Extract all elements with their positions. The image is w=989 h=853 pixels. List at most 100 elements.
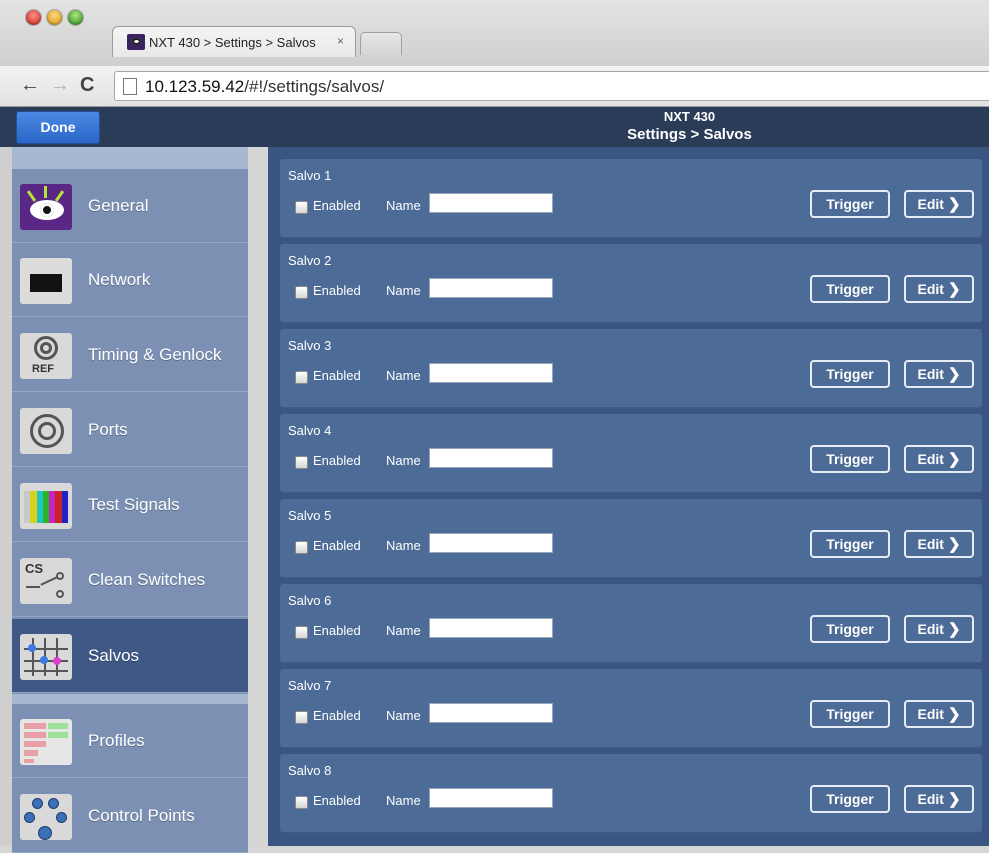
trigger-button[interactable]: Trigger: [810, 360, 890, 388]
app-header: Done NXT 430 Settings > Salvos: [0, 107, 989, 147]
edit-button[interactable]: Edit ❯: [904, 530, 974, 558]
device-name: NXT 430: [663, 109, 716, 124]
sidebar-item-label: Ports: [88, 420, 128, 439]
edit-label: Edit: [917, 791, 944, 807]
enabled-label: Enabled: [313, 708, 361, 723]
chevron-right-icon: ❯: [947, 451, 961, 468]
trigger-button[interactable]: Trigger: [810, 700, 890, 728]
salvo-title: Salvo 2: [288, 253, 332, 268]
edit-button[interactable]: Edit ❯: [904, 275, 974, 303]
chevron-right-icon: ❯: [947, 196, 961, 213]
chevron-right-icon: ❯: [947, 366, 961, 383]
browser-tabstrip: NXT 430 > Settings > Salvos ×: [0, 0, 989, 67]
sidebar-item-clean-switches[interactable]: CS Clean Switches: [12, 543, 248, 617]
tab-close-icon[interactable]: ×: [337, 34, 344, 48]
salvo-title: Salvo 3: [288, 338, 332, 353]
salvo-name-input[interactable]: [429, 448, 553, 468]
sidebar-item-ports[interactable]: Ports: [12, 393, 248, 467]
enabled-label: Enabled: [313, 198, 361, 213]
chevron-right-icon: ❯: [947, 791, 961, 808]
name-label: Name: [386, 283, 421, 298]
sidebar-item-general[interactable]: General: [12, 169, 248, 243]
cs-icon-text: CS: [25, 561, 44, 576]
forward-button[interactable]: →: [50, 74, 70, 96]
back-button[interactable]: ←: [20, 74, 40, 96]
salvo-name-input[interactable]: [429, 533, 553, 553]
window-close-button[interactable]: [26, 10, 41, 25]
name-label: Name: [386, 453, 421, 468]
sidebar-item-label: Salvos: [88, 646, 140, 665]
salvo-name-input[interactable]: [429, 193, 553, 213]
enabled-label: Enabled: [313, 453, 361, 468]
enabled-checkbox[interactable]: [295, 286, 308, 299]
enabled-checkbox[interactable]: [295, 456, 308, 469]
enabled-label: Enabled: [313, 623, 361, 638]
enabled-checkbox[interactable]: [295, 541, 308, 554]
name-label: Name: [386, 623, 421, 638]
trigger-button[interactable]: Trigger: [810, 615, 890, 643]
salvo-card: Salvo 4 Enabled Name Trigger Edit ❯: [280, 414, 982, 493]
enabled-checkbox[interactable]: [295, 711, 308, 724]
edit-button[interactable]: Edit ❯: [904, 700, 974, 728]
address-bar[interactable]: 10.123.59.42/#!/settings/salvos/: [114, 71, 989, 101]
reload-button[interactable]: C: [80, 74, 94, 96]
enabled-checkbox[interactable]: [295, 371, 308, 384]
edit-button[interactable]: Edit ❯: [904, 190, 974, 218]
edit-button[interactable]: Edit ❯: [904, 615, 974, 643]
trigger-button[interactable]: Trigger: [810, 445, 890, 473]
browser-toolbar: ← → C 10.123.59.42/#!/settings/salvos/: [0, 66, 989, 107]
salvo-name-input[interactable]: [429, 703, 553, 723]
profiles-icon: [20, 719, 72, 765]
chevron-right-icon: ❯: [947, 536, 961, 553]
ethernet-port-icon: [20, 258, 72, 304]
sidebar-item-label: Clean Switches: [88, 570, 206, 589]
name-label: Name: [386, 198, 421, 213]
edit-button[interactable]: Edit ❯: [904, 445, 974, 473]
salvo-title: Salvo 1: [288, 168, 332, 183]
edit-label: Edit: [917, 536, 944, 552]
sidebar-item-salvos[interactable]: Salvos: [12, 619, 248, 693]
page-title: Settings > Salvos: [627, 126, 752, 143]
color-bars-icon: [20, 483, 72, 529]
sidebar-item-label: Timing & Genlock: [88, 345, 222, 364]
sidebar-item-label: General: [88, 196, 149, 215]
salvo-card: Salvo 7 Enabled Name Trigger Edit ❯: [280, 669, 982, 748]
salvo-name-input[interactable]: [429, 363, 553, 383]
trigger-button[interactable]: Trigger: [810, 530, 890, 558]
new-tab-button[interactable]: [360, 32, 402, 55]
edit-button[interactable]: Edit ❯: [904, 785, 974, 813]
trigger-button[interactable]: Trigger: [810, 190, 890, 218]
salvo-title: Salvo 5: [288, 508, 332, 523]
salvo-card: Salvo 2 Enabled Name Trigger Edit ❯: [280, 244, 982, 323]
sidebar-item-network[interactable]: Network: [12, 243, 248, 317]
window-minimize-button[interactable]: [47, 10, 62, 25]
salvo-card: Salvo 6 Enabled Name Trigger Edit ❯: [280, 584, 982, 663]
switch-icon: CS: [20, 558, 72, 604]
enabled-checkbox[interactable]: [295, 626, 308, 639]
chevron-right-icon: ❯: [947, 621, 961, 638]
window-maximize-button[interactable]: [68, 10, 83, 25]
enabled-checkbox[interactable]: [295, 201, 308, 214]
trigger-button[interactable]: Trigger: [810, 275, 890, 303]
enabled-label: Enabled: [313, 283, 361, 298]
tab-title: NXT 430 > Settings > Salvos: [149, 35, 316, 50]
sidebar-item-timing-genlock[interactable]: REF Timing & Genlock: [12, 318, 248, 392]
enabled-label: Enabled: [313, 538, 361, 553]
enabled-checkbox[interactable]: [295, 796, 308, 809]
salvos-list: Salvo 1 Enabled Name Trigger Edit ❯ Salvo…: [268, 147, 989, 846]
sidebar-item-test-signals[interactable]: Test Signals: [12, 468, 248, 542]
browser-tab[interactable]: NXT 430 > Settings > Salvos ×: [112, 26, 356, 57]
chevron-right-icon: ❯: [947, 281, 961, 298]
sidebar-item-label: Control Points: [88, 806, 195, 825]
sidebar-separator: [12, 694, 248, 704]
chevron-right-icon: ❯: [947, 706, 961, 723]
salvo-name-input[interactable]: [429, 618, 553, 638]
name-label: Name: [386, 793, 421, 808]
sidebar-item-control-points[interactable]: Control Points: [12, 779, 248, 853]
edit-button[interactable]: Edit ❯: [904, 360, 974, 388]
sidebar-item-profiles[interactable]: Profiles: [12, 704, 248, 778]
salvo-name-input[interactable]: [429, 278, 553, 298]
trigger-button[interactable]: Trigger: [810, 785, 890, 813]
salvo-name-input[interactable]: [429, 788, 553, 808]
salvo-grid-icon: [20, 634, 72, 680]
